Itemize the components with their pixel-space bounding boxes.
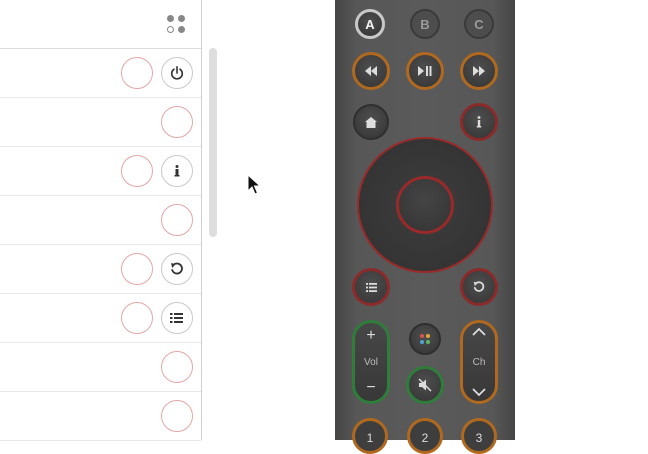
color-dots-icon (420, 334, 430, 344)
mapping-row-info (0, 147, 201, 196)
mapping-row (0, 392, 201, 441)
mapping-row-power (0, 49, 201, 98)
empty-slot[interactable] (121, 253, 153, 285)
channel-rocker[interactable]: Ch (460, 320, 498, 404)
info-icon (476, 116, 482, 128)
number-label: 2 (421, 431, 429, 445)
info-icon (174, 165, 180, 177)
back-button[interactable] (161, 253, 193, 285)
panel-header (0, 0, 201, 49)
fast-forward-button[interactable] (460, 52, 498, 90)
volume-down-label[interactable]: − (366, 379, 375, 397)
empty-slot[interactable] (161, 204, 193, 236)
empty-slot[interactable] (161, 106, 193, 138)
list-icon (170, 313, 183, 323)
chevron-up-icon[interactable] (472, 327, 486, 337)
empty-slot[interactable] (161, 351, 193, 383)
number-button-3[interactable]: 3 (461, 418, 497, 454)
mapping-row (0, 196, 201, 245)
scrollbar-thumb[interactable] (209, 48, 217, 237)
button-c[interactable]: C (464, 9, 494, 39)
list-remote-button[interactable] (352, 268, 390, 306)
number-button-2[interactable]: 2 (407, 418, 443, 454)
home-button[interactable] (353, 104, 389, 140)
mapping-row (0, 343, 201, 392)
play-pause-button[interactable] (406, 52, 444, 90)
mapping-row-list (0, 294, 201, 343)
number-label: 1 (366, 431, 374, 445)
back-remote-button[interactable] (460, 268, 498, 306)
apps-grid-icon[interactable] (167, 15, 187, 35)
button-mapping-panel (0, 0, 202, 441)
play-pause-icon (418, 66, 432, 76)
back-arrow-icon (473, 281, 485, 292)
home-icon (365, 116, 377, 128)
ok-button[interactable] (396, 176, 454, 234)
rewind-icon (365, 66, 377, 76)
volume-up-label[interactable]: + (366, 327, 375, 345)
mapping-row-back (0, 245, 201, 294)
volume-label: Vol (364, 356, 378, 368)
power-button[interactable] (161, 57, 193, 89)
info-remote-button[interactable] (460, 103, 498, 141)
back-arrow-icon (171, 262, 183, 275)
button-b-label: B (420, 16, 430, 32)
button-b[interactable]: B (410, 9, 440, 39)
chevron-down-icon[interactable] (472, 387, 486, 397)
button-a[interactable]: A (355, 9, 385, 39)
color-keys-button[interactable] (409, 323, 441, 355)
button-c-label: C (474, 16, 484, 32)
mute-icon (418, 378, 432, 392)
list-icon (365, 282, 377, 292)
mute-button[interactable] (406, 366, 444, 404)
empty-slot[interactable] (121, 302, 153, 334)
mouse-cursor-icon (247, 174, 261, 195)
empty-slot[interactable] (161, 400, 193, 432)
rewind-button[interactable] (352, 52, 390, 90)
empty-slot[interactable] (121, 155, 153, 187)
number-button-1[interactable]: 1 (352, 418, 388, 454)
fast-forward-icon (473, 66, 485, 76)
power-icon (170, 65, 184, 80)
info-button[interactable] (161, 155, 193, 187)
empty-slot[interactable] (121, 57, 153, 89)
channel-label: Ch (472, 356, 486, 368)
volume-rocker[interactable]: + Vol − (352, 320, 390, 404)
list-button[interactable] (161, 302, 193, 334)
button-a-label: A (365, 16, 375, 32)
number-label: 3 (475, 431, 483, 445)
mapping-row (0, 98, 201, 147)
